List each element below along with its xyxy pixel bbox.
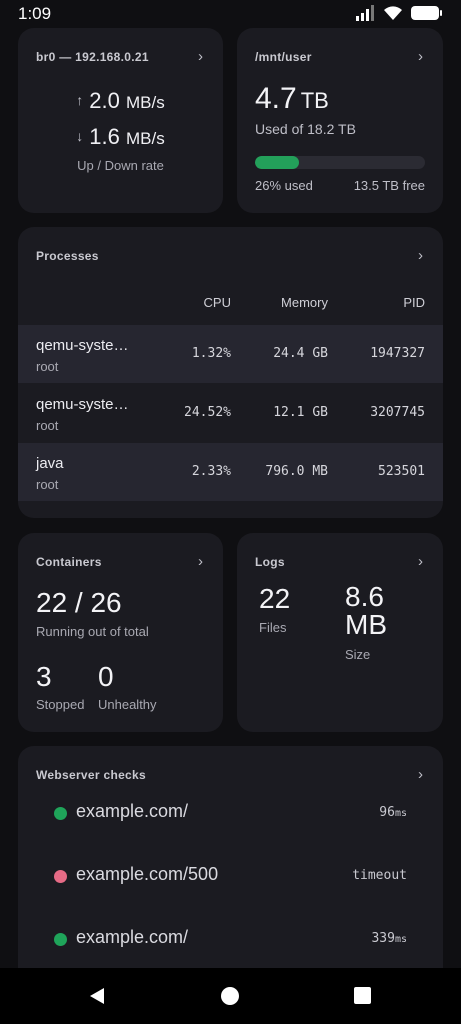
containers-stopped-label: Stopped: [36, 697, 85, 712]
logs-size-label: Size: [345, 647, 371, 662]
navigation-bar: [0, 968, 461, 1024]
home-icon[interactable]: [220, 986, 240, 1006]
chevron-right-icon[interactable]: ›: [198, 553, 203, 570]
webserver-title: Webserver checks: [36, 768, 146, 782]
process-memory: 796.0 MB: [265, 464, 328, 479]
logs-size-unit: MB: [345, 609, 387, 640]
process-name: qemu-syste…: [36, 396, 129, 413]
upload-unit: MB/s: [125, 93, 165, 112]
process-user: root: [36, 359, 59, 374]
column-memory: Memory: [281, 295, 328, 310]
back-icon[interactable]: [88, 987, 106, 1005]
containers-card[interactable]: Containers › 22 / 26 Running out of tota…: [18, 533, 223, 732]
storage-used: 4.7 TB: [255, 82, 329, 116]
network-caption: Up / Down rate: [77, 158, 164, 173]
storage-progress-fill: [255, 156, 300, 169]
process-cpu: 1.32%: [191, 346, 231, 361]
containers-title: Containers: [36, 555, 102, 569]
signal-icon: [356, 5, 374, 21]
process-name: qemu-syste…: [36, 337, 129, 354]
process-cpu: 24.52%: [184, 405, 231, 420]
storage-title: /mnt/user: [255, 50, 312, 64]
check-time-value: 96: [379, 805, 395, 820]
webserver-check-row[interactable]: example.com/ 339ms: [18, 919, 443, 959]
wifi-icon: [384, 6, 402, 20]
process-user: root: [36, 477, 59, 492]
process-pid: 1947327: [370, 346, 425, 361]
upload-value: 2.0: [89, 88, 120, 113]
chevron-right-icon[interactable]: ›: [418, 766, 423, 783]
process-name: java: [36, 455, 64, 472]
status-dot-icon: [54, 870, 67, 883]
recents-icon[interactable]: [354, 987, 371, 1004]
process-memory: 12.1 GB: [273, 405, 328, 420]
column-pid: PID: [403, 295, 425, 310]
check-time: 339ms: [371, 931, 407, 946]
containers-running: 22 / 26: [36, 587, 122, 618]
webserver-check-row[interactable]: example.com/ 96ms: [18, 793, 443, 833]
storage-used-of: Used of 18.2 TB: [255, 121, 356, 137]
containers-stopped: 3: [36, 661, 52, 692]
containers-unhealthy-label: Unhealthy: [98, 697, 157, 712]
logs-title: Logs: [255, 555, 285, 569]
column-cpu: CPU: [203, 295, 231, 310]
process-row[interactable]: qemu-syste… root 24.52% 12.1 GB 3207745: [18, 384, 443, 442]
storage-free: 13.5 TB free: [353, 178, 425, 193]
check-time-value: 339: [371, 931, 395, 946]
containers-unhealthy: 0: [98, 661, 114, 692]
check-time-unit: ms: [394, 808, 407, 819]
logs-card[interactable]: Logs › 22 Files 8.6 MB Size: [237, 533, 443, 732]
process-memory: 24.4 GB: [273, 346, 328, 361]
status-dot-icon: [54, 807, 67, 820]
check-time: 96ms: [379, 805, 407, 820]
processes-card[interactable]: Processes › CPU Memory PID qemu-syste… r…: [18, 227, 443, 518]
arrow-down-icon: ↓: [76, 128, 84, 144]
process-row[interactable]: java root 2.33% 796.0 MB 523501: [18, 443, 443, 501]
process-pid: 3207745: [370, 405, 425, 420]
webserver-check-row[interactable]: example.com/500 timeout: [18, 856, 443, 896]
processes-title: Processes: [36, 249, 99, 263]
process-user: root: [36, 418, 59, 433]
storage-progress-bar: [255, 156, 425, 169]
containers-running-label: Running out of total: [36, 624, 149, 639]
download-value: 1.6: [89, 124, 120, 149]
network-card[interactable]: br0 — 192.168.0.21 › ↑ 2.0 MB/s ↓ 1.6 MB/s…: [18, 28, 223, 213]
upload-rate: ↑ 2.0 MB/s: [18, 88, 223, 114]
download-rate: ↓ 1.6 MB/s: [18, 124, 223, 150]
check-time: timeout: [352, 868, 407, 883]
process-cpu: 2.33%: [191, 464, 231, 479]
check-time-value: timeout: [352, 868, 407, 883]
webserver-card[interactable]: Webserver checks › example.com/ 96ms exa…: [18, 746, 443, 986]
download-unit: MB/s: [125, 129, 165, 148]
logs-files: 22: [259, 583, 291, 614]
check-time-unit: ms: [394, 934, 407, 945]
storage-used-pct: 26% used: [255, 178, 313, 193]
check-url: example.com/: [76, 927, 189, 947]
process-pid: 523501: [378, 464, 425, 479]
storage-card[interactable]: /mnt/user › 4.7 TB Used of 18.2 TB 26% us…: [237, 28, 443, 213]
status-bar: 1:09: [0, 0, 461, 28]
network-title: br0 — 192.168.0.21: [36, 50, 149, 64]
logs-size-value: 8.6: [345, 581, 384, 612]
status-time: 1:09: [18, 4, 52, 23]
chevron-right-icon[interactable]: ›: [418, 553, 423, 570]
logs-size: 8.6 MB: [345, 583, 387, 639]
battery-icon: [411, 6, 442, 20]
arrow-up-icon: ↑: [76, 92, 84, 108]
chevron-right-icon[interactable]: ›: [418, 48, 423, 65]
check-url: example.com/500: [76, 864, 219, 884]
process-row[interactable]: qemu-syste… root 1.32% 24.4 GB 1947327: [18, 325, 443, 383]
check-url: example.com/: [76, 801, 189, 821]
chevron-right-icon[interactable]: ›: [198, 48, 203, 65]
storage-used-value: 4.7: [255, 82, 297, 115]
status-dot-icon: [54, 933, 67, 946]
storage-used-unit: TB: [300, 88, 329, 113]
chevron-right-icon[interactable]: ›: [418, 247, 423, 264]
logs-files-label: Files: [259, 620, 287, 635]
